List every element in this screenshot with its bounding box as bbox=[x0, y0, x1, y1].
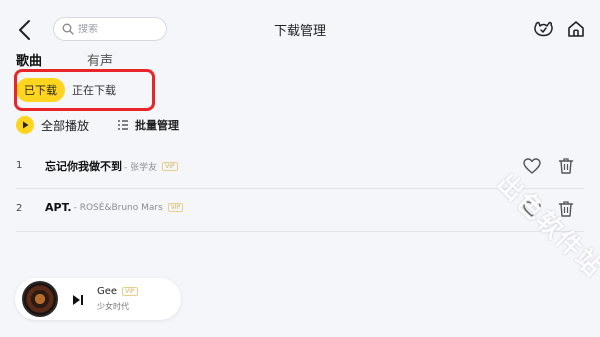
tab-audio[interactable]: 有声 bbox=[87, 50, 113, 69]
song-artist: - 张学友 bbox=[124, 162, 158, 173]
batch-manage-label: 批量管理 bbox=[135, 119, 179, 132]
song-artist: - ROSÉ&Bruno Mars bbox=[73, 202, 163, 213]
page-title: 下载管理 bbox=[273, 24, 326, 39]
album-cover[interactable] bbox=[22, 281, 58, 317]
play-pause-button[interactable] bbox=[71, 292, 85, 306]
cloud-sync-button[interactable] bbox=[532, 18, 554, 40]
song-title: APT. bbox=[45, 201, 72, 214]
vip-badge: VIP bbox=[167, 203, 184, 212]
cloud-sync-icon bbox=[534, 21, 553, 37]
play-all-button[interactable]: 全部播放 bbox=[16, 116, 89, 134]
song-title: 忘记你我做不到 bbox=[45, 160, 122, 173]
annotation-highlight-box bbox=[14, 69, 155, 111]
batch-manage-button[interactable]: 批量管理 bbox=[117, 117, 179, 133]
vip-badge: VIP bbox=[122, 287, 138, 296]
vip-badge: VIP bbox=[162, 161, 178, 171]
now-playing-artist: 少女时代 bbox=[97, 302, 129, 311]
song-index: 1 bbox=[16, 160, 23, 171]
delete-button[interactable] bbox=[556, 156, 576, 176]
play-icon bbox=[16, 116, 34, 134]
tab-songs[interactable]: 歌曲 bbox=[16, 50, 42, 69]
mini-player[interactable]: Gee VIP 少女时代 bbox=[15, 278, 181, 320]
watermark: 出色软件站 bbox=[491, 168, 600, 283]
home-button[interactable] bbox=[565, 18, 587, 40]
play-all-label: 全部播放 bbox=[41, 118, 90, 133]
trash-icon bbox=[558, 158, 574, 174]
now-playing-title: Gee bbox=[97, 286, 118, 297]
list-manage-icon bbox=[118, 120, 128, 130]
song-index: 2 bbox=[16, 203, 23, 214]
home-icon bbox=[568, 21, 584, 37]
play-pause-icon bbox=[73, 295, 83, 305]
